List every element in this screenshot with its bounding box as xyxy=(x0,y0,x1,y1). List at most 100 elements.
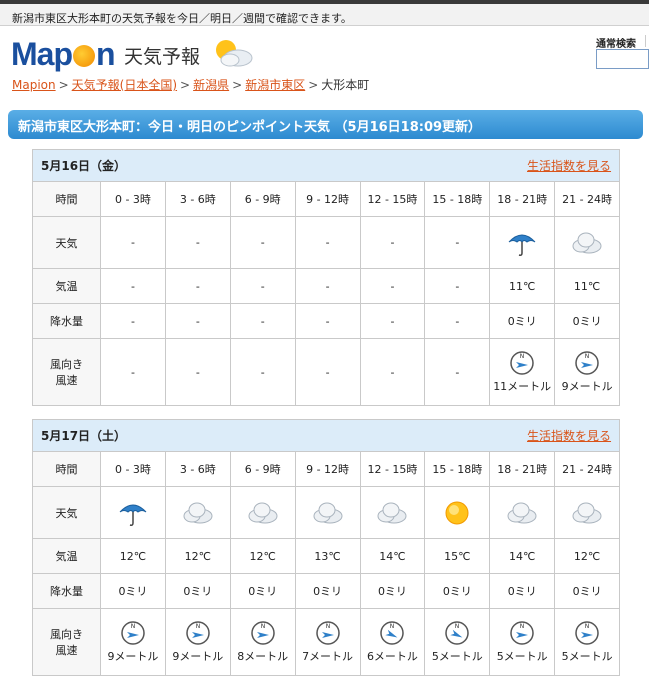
svg-text:N: N xyxy=(585,353,590,360)
hour-cell: 21 - 24時 xyxy=(554,181,621,217)
wind-direction-icon: N xyxy=(186,621,210,645)
row-label-rain: 降水量 xyxy=(32,303,101,339)
temperature-cell: - xyxy=(229,268,296,304)
wind-cell: N 8メートル xyxy=(229,608,296,676)
temperature-cell: - xyxy=(100,268,166,304)
wind-box: N 5メートル xyxy=(490,620,554,664)
weather-cell xyxy=(554,216,621,269)
row-label-weather: 天気 xyxy=(32,486,101,539)
logo-text-right: n xyxy=(96,36,116,72)
svg-text:N: N xyxy=(455,623,460,630)
breadcrumb: Mapion > 天気予報(日本全国) > 新潟県 > 新潟市東区 > 大形本町 xyxy=(12,76,369,93)
weather-cell: - xyxy=(424,216,491,269)
hour-cell: 0 - 3時 xyxy=(100,181,166,217)
row-label-time: 時間 xyxy=(32,451,101,487)
temperature-cell: - xyxy=(164,268,231,304)
wind-direction-icon: N xyxy=(575,351,599,375)
mapion-logo[interactable]: Map n xyxy=(11,36,116,73)
temperature-cell: 12℃ xyxy=(229,538,296,574)
breadcrumb-link[interactable]: Mapion xyxy=(12,78,56,92)
row-label-wind-speed: 風速 xyxy=(55,374,78,387)
wind-direction-icon: N xyxy=(315,621,340,645)
temperature-cell: - xyxy=(294,268,361,304)
hour-cell: 15 - 18時 xyxy=(424,181,491,217)
weather-cell: - xyxy=(294,216,361,269)
weather-cell xyxy=(359,486,426,539)
wind-box: N 7メートル xyxy=(296,620,360,664)
breadcrumb-link[interactable]: 天気予報(日本全国) xyxy=(72,78,177,92)
umbrella-icon xyxy=(508,234,536,256)
cloud-icon xyxy=(313,502,343,523)
weather-cell xyxy=(489,216,556,269)
wind-speed: 5メートル xyxy=(431,650,483,663)
breadcrumb-current: 大形本町 xyxy=(321,78,370,92)
precipitation-cell: 0ミリ xyxy=(294,573,361,609)
temperature-row: 気温 - - - - - -11℃ 11℃ xyxy=(32,268,621,304)
wind-cell: - xyxy=(424,338,491,406)
sun-cloud-icon xyxy=(216,40,253,67)
site-description: 新潟市東区大形本町の天気予報を今日／明日／週間で確認できます。 xyxy=(12,12,352,25)
hour-cell: 6 - 9時 xyxy=(229,451,296,487)
row-label-wind: 風向き 風速 xyxy=(32,338,101,406)
wind-cell: N 9メートル xyxy=(164,608,231,676)
wind-row: 風向き 風速 - - - - - - N 11メートル N 9メートル xyxy=(32,338,621,406)
hour-row: 時間 0 - 3時 3 - 6時 6 - 9時 9 - 12時 12 - 15時 15 - … xyxy=(32,451,621,487)
precipitation-cell: - xyxy=(100,303,166,339)
svg-text:N: N xyxy=(520,623,525,630)
wind-cell: N 11メートル xyxy=(489,338,556,406)
svg-text:N: N xyxy=(131,623,136,630)
site-description-bar: 新潟市東区大形本町の天気予報を今日／明日／週間で確認できます。 xyxy=(0,0,649,26)
page-title-banner: 新潟市東区大形本町：今日・明日のピンポイント天気 （5月16日18:09更新） xyxy=(8,110,643,139)
svg-text:N: N xyxy=(260,623,265,630)
breadcrumb-separator: > xyxy=(180,78,191,92)
wind-speed: 5メートル xyxy=(561,650,613,663)
wind-cell: - xyxy=(359,338,426,406)
breadcrumb-link[interactable]: 新潟県 xyxy=(193,78,229,92)
precipitation-cell: - xyxy=(359,303,426,339)
day-header-row: 5月17日（土） 生活指数を見る xyxy=(31,419,621,452)
weather-cell: - xyxy=(359,216,426,269)
precipitation-row: 降水量 - - - - - -0ミリ 0ミリ xyxy=(32,303,621,339)
wind-direction-icon: N xyxy=(510,621,534,645)
wind-speed: 7メートル xyxy=(302,650,354,663)
logo-dot-icon xyxy=(73,45,95,67)
wind-cell: N 5メートル xyxy=(554,608,621,676)
row-label-rain: 降水量 xyxy=(32,573,101,609)
life-index-link[interactable]: 生活指数を見る xyxy=(527,157,611,174)
svg-text:N: N xyxy=(390,623,395,630)
svg-text:N: N xyxy=(196,623,201,630)
weather-row: 天気 - - - - - - xyxy=(32,216,621,269)
row-label-wind-direction: 風向き xyxy=(50,358,83,371)
weather-cell xyxy=(229,486,296,539)
life-index-link[interactable]: 生活指数を見る xyxy=(527,427,611,444)
day-header-row: 5月16日（金） 生活指数を見る xyxy=(31,149,621,182)
temperature-cell: 12℃ xyxy=(554,538,621,574)
wind-cell: N 7メートル xyxy=(294,608,361,676)
hour-cell: 12 - 15時 xyxy=(359,181,426,217)
hour-row: 時間 0 - 3時 3 - 6時 6 - 9時 9 - 12時 12 - 15時 15 - … xyxy=(32,181,621,217)
breadcrumb-link[interactable]: 新潟市東区 xyxy=(245,78,305,92)
search-input[interactable] xyxy=(596,49,649,69)
temperature-cell: 14℃ xyxy=(359,538,426,574)
weather-cell: - xyxy=(164,216,231,269)
service-title: 天気予報 xyxy=(124,46,201,68)
precipitation-cell: 0ミリ xyxy=(100,573,166,609)
wind-direction-icon: N xyxy=(121,621,145,645)
wind-cell: - xyxy=(100,338,166,406)
wind-box: N 9メートル xyxy=(166,620,230,664)
row-label-temp: 気温 xyxy=(32,268,101,304)
breadcrumb-separator: > xyxy=(232,78,243,92)
search-type-label[interactable]: 通常検索 xyxy=(596,35,636,50)
forecast-date: 5月17日（土） xyxy=(41,429,127,443)
hour-cell: 18 - 21時 xyxy=(489,451,556,487)
breadcrumb-separator: > xyxy=(308,78,319,92)
hour-cell: 15 - 18時 xyxy=(424,451,491,487)
cloud-icon xyxy=(183,502,213,523)
day-header: 5月16日（金） 生活指数を見る xyxy=(31,149,621,182)
page-title: 新潟市東区大形本町：今日・明日のピンポイント天気 （5月16日18:09更新） xyxy=(18,120,482,135)
hour-cell: 3 - 6時 xyxy=(164,181,231,217)
temperature-cell: 11℃ xyxy=(554,268,621,304)
hour-cell: 21 - 24時 xyxy=(554,451,621,487)
precipitation-cell: 0ミリ xyxy=(554,303,621,339)
day-header: 5月17日（土） 生活指数を見る xyxy=(31,419,621,452)
